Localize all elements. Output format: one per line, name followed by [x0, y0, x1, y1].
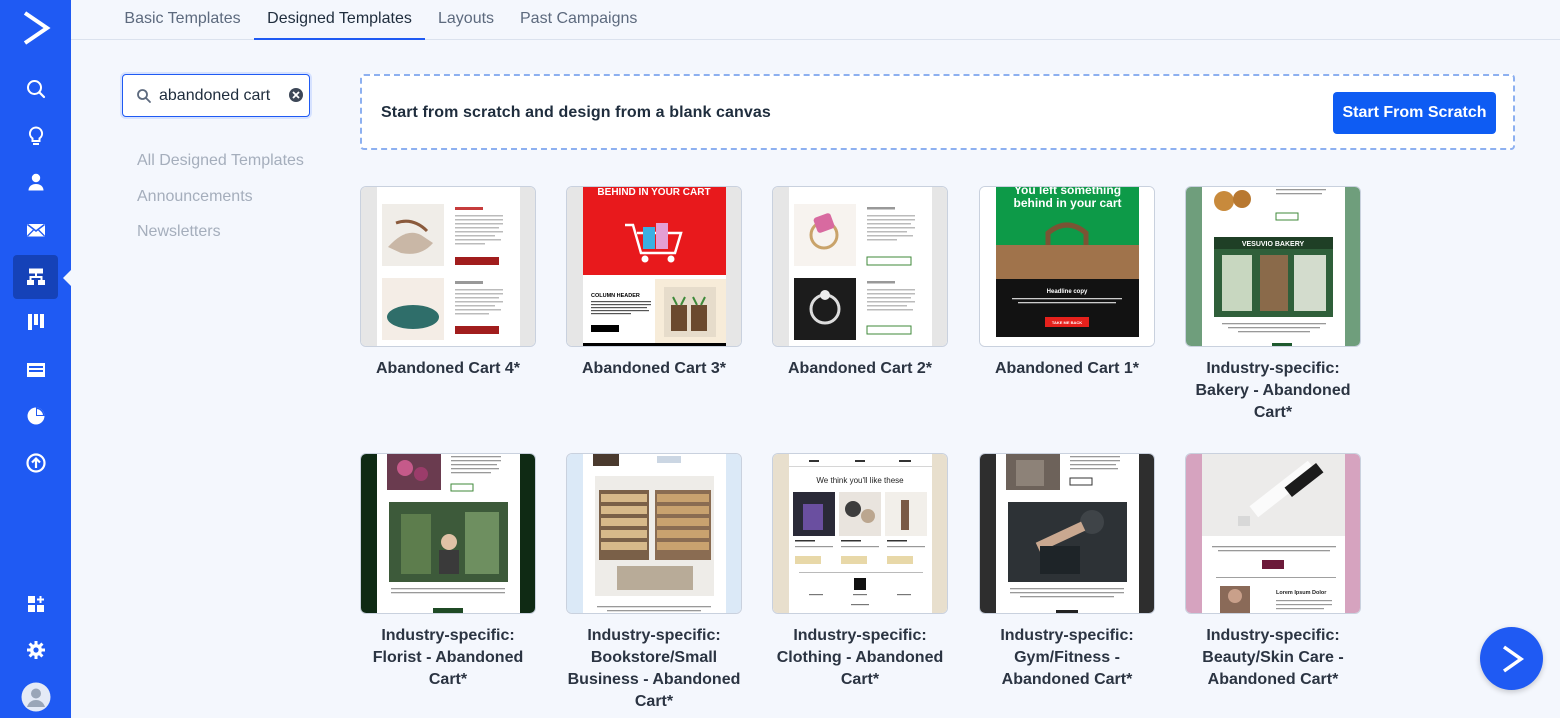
template-title: Industry-specific: Gym/Fitness - Abandon… [1000, 627, 1134, 688]
template-card[interactable]: BEHIND IN YOUR CART COLUMN HEADER Abando… [566, 186, 742, 380]
template-card[interactable]: You left something behind in your cart H… [979, 186, 1155, 380]
template-thumbnail: We think you'll like these [772, 453, 948, 614]
sidebar-ideas-button[interactable] [13, 114, 58, 158]
banner-text: Start from scratch and design from a bla… [381, 104, 771, 121]
lightbulb-icon [28, 126, 43, 145]
profile-icon [21, 682, 50, 712]
help-chat-button[interactable] [1480, 627, 1543, 690]
template-title: Industry-specific: Bakery - Abandoned Ca… [1195, 360, 1351, 421]
template-title: Industry-specific: Clothing - Abandoned … [776, 627, 944, 688]
template-thumbnail: VESUVIO BAKERY [1185, 186, 1361, 347]
template-search [122, 74, 310, 117]
sidebar-profile-button[interactable] [13, 675, 58, 718]
automations-icon [26, 268, 45, 285]
thumb-cta: TAKE ME BACK [1052, 320, 1082, 325]
thumb-headline: You left something behind in your cart [1013, 187, 1122, 210]
search-input[interactable] [159, 85, 285, 107]
sidebar-campaigns-button[interactable] [13, 208, 58, 252]
website-icon [26, 363, 45, 377]
template-thumbnail [360, 186, 536, 347]
template-card[interactable]: VESUVIO BAKERY Industry-specific: Bakery… [1185, 186, 1361, 424]
active-item-caret [63, 270, 71, 286]
template-title: Abandoned Cart 4* [375, 360, 520, 377]
template-thumbnail [360, 453, 536, 614]
thumb-bakery-sign: VESUVIO BAKERY [1242, 241, 1305, 248]
template-card[interactable]: Industry-specific: Bookstore/Small Busin… [566, 453, 742, 713]
chevron-right-icon [1502, 645, 1524, 672]
sidebar-upgrade-button[interactable] [13, 441, 58, 485]
start-from-scratch-banner: Start from scratch and design from a bla… [360, 74, 1515, 150]
category-newsletters[interactable]: Newsletters [137, 223, 221, 241]
template-title: Abandoned Cart 1* [994, 360, 1139, 377]
sidebar-settings-button[interactable] [13, 628, 58, 672]
apps-icon [27, 596, 44, 612]
template-title: Abandoned Cart 2* [787, 360, 932, 377]
tab-layouts[interactable]: Layouts [438, 0, 494, 40]
search-icon [137, 89, 151, 103]
sidebar [0, 0, 71, 718]
sidebar-reports-button[interactable] [13, 394, 58, 438]
logo-icon[interactable] [20, 10, 52, 46]
clear-search-icon[interactable] [287, 86, 305, 104]
start-from-scratch-button[interactable]: Start From Scratch [1333, 92, 1496, 134]
thumb-subhead: Headline copy [1047, 289, 1088, 295]
sidebar-search-button[interactable] [13, 67, 58, 111]
contacts-icon [28, 173, 43, 191]
pipelines-icon [27, 314, 44, 330]
template-title: Industry-specific: Beauty/Skin Care - Ab… [1202, 627, 1344, 688]
sidebar-apps-button[interactable] [13, 582, 58, 626]
template-card[interactable]: Industry-specific: Florist - Abandoned C… [360, 453, 536, 691]
settings-icon [26, 641, 45, 659]
upgrade-icon [25, 453, 46, 473]
reports-icon [27, 407, 44, 425]
template-card[interactable]: Industry-specific: Gym/Fitness - Abandon… [979, 453, 1155, 691]
thumb-column-header: COLUMN HEADER [591, 293, 640, 299]
template-title: Industry-specific: Florist - Abandoned C… [372, 627, 524, 688]
sidebar-website-button[interactable] [13, 348, 58, 392]
template-thumbnail [979, 453, 1155, 614]
sidebar-automations-button[interactable] [13, 255, 58, 299]
template-thumbnail [772, 186, 948, 347]
tab-past-campaigns[interactable]: Past Campaigns [520, 0, 637, 40]
tab-basic-templates[interactable]: Basic Templates [124, 0, 241, 40]
template-card[interactable]: Lorem Ipsum Dolor Industry-specific: Bea… [1185, 453, 1361, 691]
template-title: Abandoned Cart 3* [581, 360, 726, 377]
template-thumbnail [566, 453, 742, 614]
category-all-designed[interactable]: All Designed Templates [137, 152, 304, 170]
template-card[interactable]: Abandoned Cart 4* [360, 186, 536, 380]
template-card[interactable]: Abandoned Cart 2* [772, 186, 948, 380]
email-icon [26, 223, 45, 237]
sidebar-deals-button[interactable] [13, 300, 58, 344]
template-tabs: Basic Templates Designed Templates Layou… [71, 0, 1560, 40]
sidebar-contacts-button[interactable] [13, 160, 58, 204]
thumb-headline: We think you'll like these [816, 476, 904, 485]
template-card[interactable]: We think you'll like these Industry-spec… [772, 453, 948, 691]
category-announcements[interactable]: Announcements [137, 188, 253, 206]
template-title: Industry-specific: Bookstore/Small Busin… [567, 627, 741, 710]
template-thumbnail: You left something behind in your cart H… [979, 186, 1155, 347]
tab-designed-templates[interactable]: Designed Templates [254, 0, 425, 40]
template-thumbnail: BEHIND IN YOUR CART COLUMN HEADER [566, 186, 742, 347]
thumb-subhead: Lorem Ipsum Dolor [1276, 590, 1327, 596]
template-thumbnail: Lorem Ipsum Dolor [1185, 453, 1361, 614]
thumb-headline: BEHIND IN YOUR CART [597, 187, 710, 198]
search-icon [26, 80, 45, 99]
